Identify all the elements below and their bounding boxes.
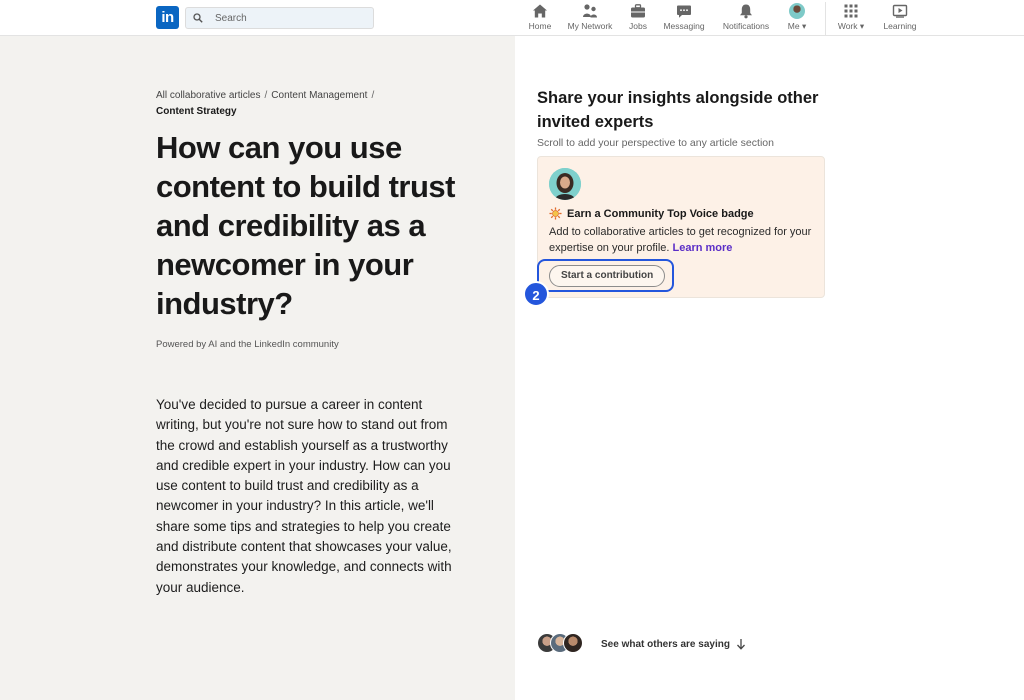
briefcase-icon <box>631 4 645 18</box>
nav-home[interactable]: Home <box>527 3 553 33</box>
breadcrumb: All collaborative articles / Content Manag… <box>156 88 486 119</box>
nav-my-network[interactable]: My Network <box>566 3 614 33</box>
messaging-icon <box>677 5 691 18</box>
top-voice-badge-icon <box>549 207 562 220</box>
nav-divider <box>825 2 826 36</box>
profile-photo <box>549 168 581 200</box>
nav-notifications[interactable]: Notifications <box>720 3 772 33</box>
see-others-row[interactable]: See what others are saying <box>537 633 746 655</box>
learn-more-link[interactable]: Learn more <box>673 242 733 254</box>
nav-home-label: Home <box>528 21 552 31</box>
page-title: How can you use content to build trust a… <box>156 130 455 321</box>
caret-down-icon: ▾ <box>859 21 865 31</box>
start-contribution-button[interactable]: Start a contribution <box>549 265 666 287</box>
nav-notifications-label: Notifications <box>722 21 770 31</box>
article-panel: All collaborative articles / Content Manag… <box>0 36 515 700</box>
nav-work[interactable]: Work ▾ <box>835 3 867 33</box>
step-number-badge: 2 <box>523 281 549 307</box>
breadcrumb-link-content-management[interactable]: Content Management <box>271 90 367 101</box>
breadcrumb-current[interactable]: Content Strategy <box>156 104 486 119</box>
network-icon <box>583 4 597 18</box>
nav-work-label: Work ▾ <box>837 21 865 31</box>
contribution-card: Earn a Community Top Voice badge Add to … <box>537 156 825 298</box>
home-icon <box>533 4 547 18</box>
see-others-text[interactable]: See what others are saying <box>601 639 730 650</box>
nav-jobs-label: Jobs <box>629 21 647 31</box>
arrow-down-icon <box>736 639 745 650</box>
contributor-avatars <box>537 633 587 655</box>
nav-my-network-label: My Network <box>567 21 613 31</box>
share-insights-subtitle: Scroll to add your perspective to any ar… <box>537 137 774 149</box>
nav-learning[interactable]: Learning <box>882 3 918 33</box>
bell-icon <box>740 4 752 19</box>
avatar <box>549 168 581 200</box>
linkedin-logo[interactable]: in <box>156 6 179 29</box>
share-insights-heading: Share your insights alongside other invi… <box>537 89 819 131</box>
avatar <box>789 3 805 19</box>
nav-messaging-label: Messaging <box>663 21 705 31</box>
nav-messaging[interactable]: Messaging <box>662 3 706 33</box>
avatar <box>563 633 583 653</box>
search-icon <box>193 13 203 23</box>
article-intro: You've decided to pursue a career in con… <box>156 397 452 595</box>
badge-row: Earn a Community Top Voice badge <box>549 207 754 220</box>
card-description: Add to collaborative articles to get rec… <box>549 226 812 254</box>
caret-down-icon: ▾ <box>801 21 807 31</box>
powered-by-text: Powered by AI and the LinkedIn community <box>156 339 339 350</box>
nav-learning-label: Learning <box>883 21 917 31</box>
nav-me-label: Me ▾ <box>787 21 807 31</box>
nav-jobs[interactable]: Jobs <box>627 3 649 33</box>
search-input[interactable] <box>215 10 365 27</box>
search-box[interactable] <box>185 7 374 29</box>
grid-icon <box>844 4 858 18</box>
nav-me[interactable]: Me ▾ <box>784 3 810 33</box>
learning-icon <box>892 4 908 18</box>
top-nav: in Home My Network Jobs <box>0 0 1024 36</box>
breadcrumb-link-collaborative[interactable]: All collaborative articles <box>156 90 261 101</box>
badge-label: Earn a Community Top Voice badge <box>567 207 754 220</box>
